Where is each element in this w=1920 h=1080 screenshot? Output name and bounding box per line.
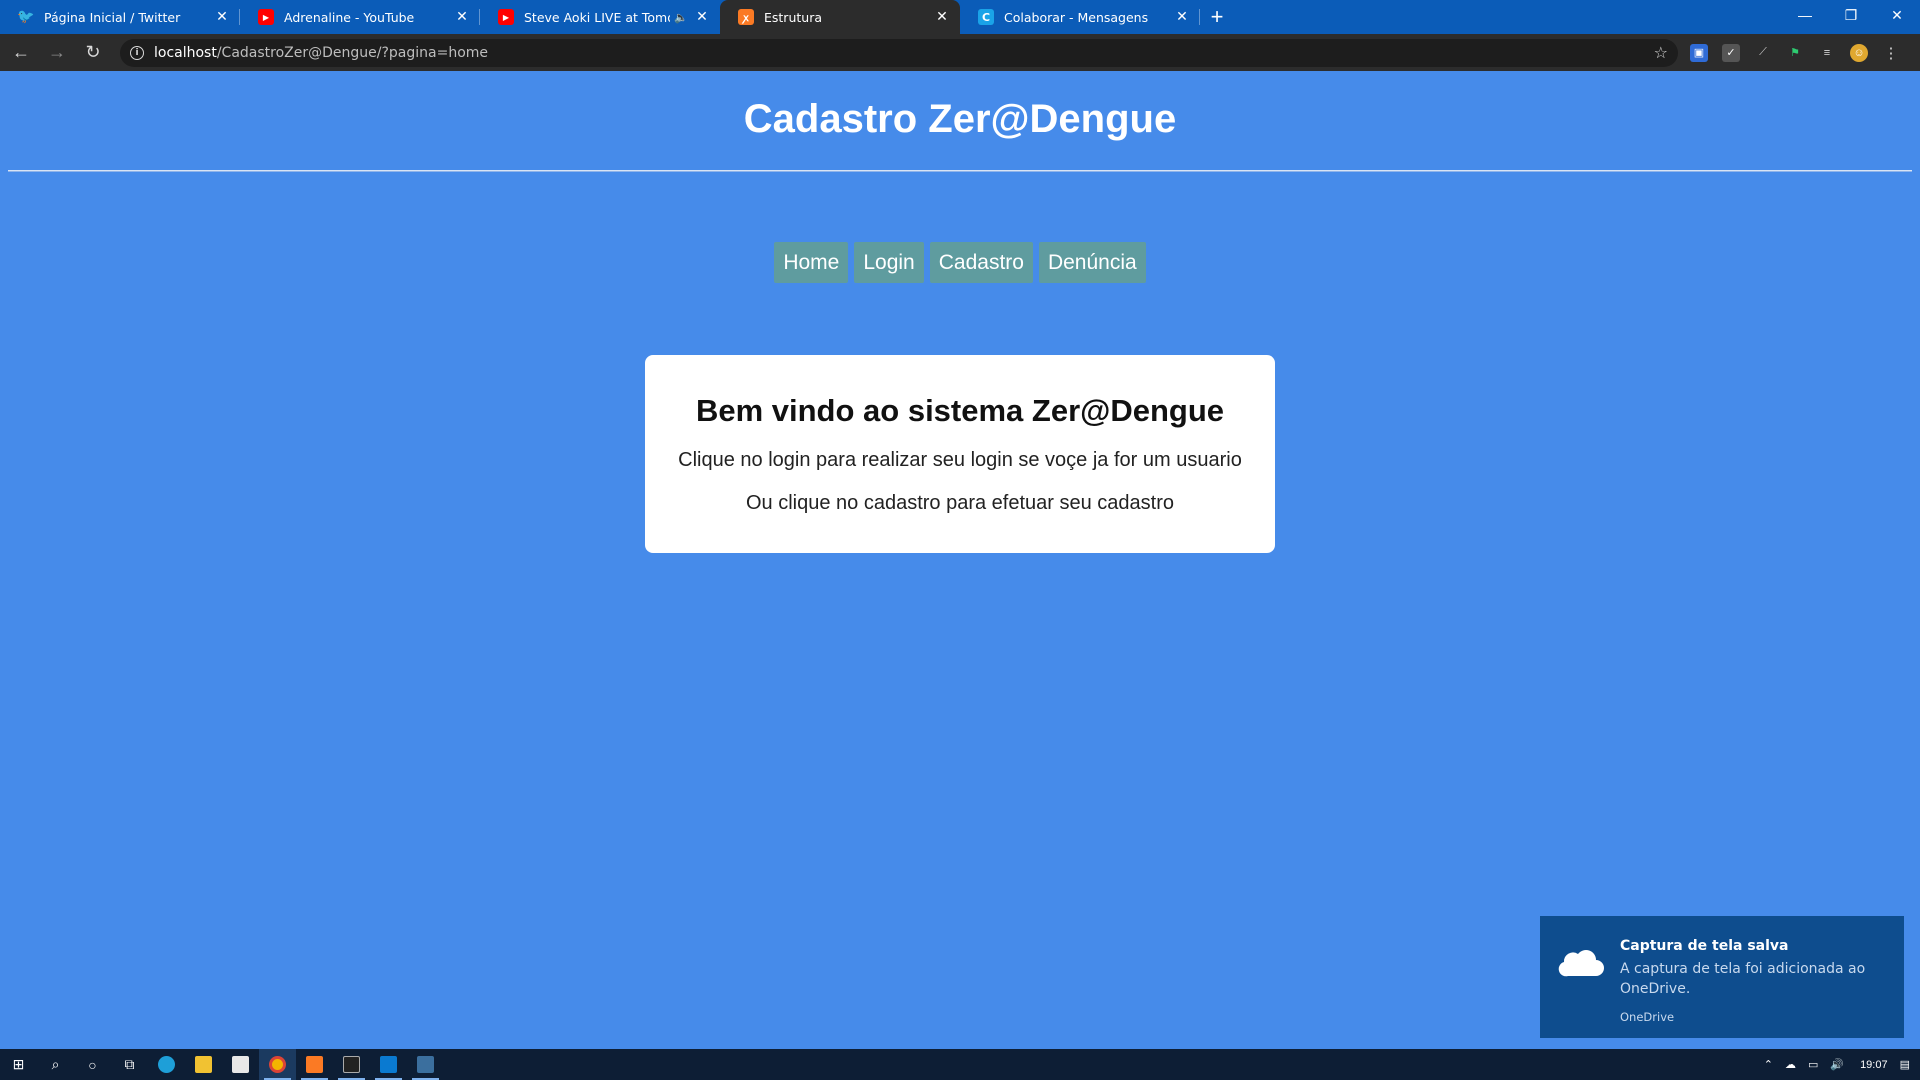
- terminal-icon[interactable]: [333, 1049, 370, 1080]
- windows-taskbar: ⊞ ⌕ ○ ⧉ ⌃ ☁ ▭ 🔊 19:07 ▤: [0, 1049, 1920, 1080]
- tab-youtube-steve-aoki[interactable]: ▶ Steve Aoki LIVE at Tomorrowland 🔈 ✕: [480, 0, 720, 34]
- menu-denuncia-button[interactable]: Denúncia: [1038, 242, 1146, 283]
- onedrive-notification[interactable]: Captura de tela salva A captura de tela …: [1540, 916, 1904, 1038]
- close-icon[interactable]: ✕: [694, 9, 710, 25]
- tab-title: Steve Aoki LIVE at Tomorrowland: [524, 9, 670, 25]
- system-tray: ⌃ ☁ ▭ 🔊 19:07 ▤: [1764, 1058, 1920, 1072]
- tab-twitter[interactable]: 🐦 Página Inicial / Twitter ✕: [0, 0, 240, 34]
- twitter-icon: 🐦: [17, 9, 35, 25]
- chrome-icon[interactable]: [259, 1049, 296, 1080]
- notification-title: Captura de tela salva: [1620, 938, 1789, 954]
- file-explorer-icon[interactable]: [185, 1049, 222, 1080]
- info-icon[interactable]: i: [130, 45, 144, 60]
- tab-youtube-adrenaline[interactable]: ▶ Adrenaline - YouTube ✕: [240, 0, 480, 34]
- extension-icons: ▣ ✓ ⟋ ⚑ ≡ ☺ ⋮: [1690, 43, 1900, 62]
- welcome-text-cadastro: Ou clique no cadastro para efetuar seu c…: [745, 492, 1175, 514]
- extension-shield-icon[interactable]: ✓: [1722, 43, 1740, 62]
- close-icon[interactable]: ✕: [1174, 9, 1190, 25]
- tab-estrutura[interactable]: ꭗ Estrutura ✕: [720, 0, 960, 34]
- search-icon[interactable]: ⌕: [37, 1049, 74, 1080]
- cortana-icon[interactable]: ○: [74, 1049, 111, 1080]
- close-icon[interactable]: ✕: [934, 9, 950, 25]
- action-center-icon[interactable]: ▤: [1900, 1058, 1910, 1071]
- chevron-up-icon[interactable]: ⌃: [1764, 1058, 1773, 1071]
- new-tab-button[interactable]: +: [1200, 0, 1234, 34]
- speaker-icon[interactable]: 🔈: [674, 11, 688, 24]
- extension-eyedropper-icon[interactable]: ⟋: [1754, 44, 1772, 62]
- url-path: /CadastroZer@Dengue/?pagina=home: [216, 44, 489, 61]
- tab-title: Colaborar - Mensagens: [1004, 9, 1149, 25]
- page-title: Cadastro Zer@Dengue: [743, 97, 1177, 141]
- page-content: Cadastro Zer@Dengue Home Login Cadastro …: [0, 71, 1920, 1049]
- tab-separator: [1199, 9, 1200, 25]
- xampp-taskbar-icon[interactable]: [296, 1049, 333, 1080]
- colaborar-icon: C: [978, 9, 994, 25]
- menu-home-button[interactable]: Home: [774, 242, 849, 283]
- tab-title: Adrenaline - YouTube: [284, 9, 415, 25]
- youtube-icon: ▶: [258, 9, 274, 25]
- onedrive-tray-icon[interactable]: ☁: [1785, 1058, 1796, 1071]
- app-icon[interactable]: [407, 1049, 444, 1080]
- reading-list-icon[interactable]: ≡: [1818, 44, 1836, 62]
- store-icon[interactable]: [222, 1049, 259, 1080]
- network-icon[interactable]: ▭: [1808, 1058, 1818, 1071]
- bookmark-star-icon[interactable]: ☆: [1654, 43, 1668, 62]
- volume-icon[interactable]: 🔊: [1830, 1058, 1844, 1071]
- xampp-icon: ꭗ: [738, 9, 754, 25]
- extension-blue-icon[interactable]: ▣: [1690, 43, 1708, 62]
- welcome-card: Bem vindo ao sistema Zer@Dengue Clique n…: [645, 355, 1275, 553]
- browser-toolbar: ← → ↻ i localhost /CadastroZer@Dengue/?p…: [0, 34, 1920, 71]
- extension-flag-icon[interactable]: ⚑: [1786, 44, 1804, 62]
- tab-title: Página Inicial / Twitter: [44, 9, 181, 25]
- tab-colaborar[interactable]: C Colaborar - Mensagens ✕: [960, 0, 1200, 34]
- minimize-icon[interactable]: —: [1782, 0, 1828, 30]
- header-divider: [8, 170, 1912, 172]
- back-arrow-icon[interactable]: ←: [6, 38, 36, 68]
- restore-icon[interactable]: ❐: [1828, 0, 1874, 30]
- window-controls: — ❐ ✕: [1782, 0, 1920, 30]
- welcome-text-login: Clique no login para realizar seu login …: [678, 449, 1242, 471]
- notification-app-name: OneDrive: [1620, 1010, 1675, 1024]
- address-bar[interactable]: i localhost /CadastroZer@Dengue/?pagina=…: [120, 38, 1678, 67]
- menu-login-button[interactable]: Login: [854, 242, 924, 283]
- menu-dots-icon[interactable]: ⋮: [1882, 44, 1900, 62]
- clock[interactable]: 19:07: [1860, 1059, 1888, 1071]
- edge-icon[interactable]: [148, 1049, 185, 1080]
- youtube-icon: ▶: [498, 9, 514, 25]
- close-icon[interactable]: ✕: [454, 9, 470, 25]
- vscode-icon[interactable]: [370, 1049, 407, 1080]
- main-menu: Home Login Cadastro Denúncia: [0, 242, 1920, 283]
- close-icon[interactable]: ✕: [214, 9, 230, 25]
- task-view-icon[interactable]: ⧉: [111, 1049, 148, 1080]
- url-host: localhost: [154, 44, 217, 61]
- profile-avatar-icon[interactable]: ☺: [1850, 43, 1868, 62]
- forward-arrow-icon[interactable]: →: [42, 38, 72, 68]
- browser-tab-strip: 🐦 Página Inicial / Twitter ✕ ▶ Adrenalin…: [0, 0, 1920, 34]
- windows-start-icon[interactable]: ⊞: [0, 1049, 37, 1080]
- notification-message: A captura de tela foi adicionada ao OneD…: [1620, 961, 1866, 997]
- welcome-heading: Bem vindo ao sistema Zer@Dengue: [695, 393, 1225, 428]
- menu-cadastro-button[interactable]: Cadastro: [929, 242, 1033, 283]
- close-window-icon[interactable]: ✕: [1874, 0, 1920, 30]
- onedrive-cloud-icon: [1558, 950, 1604, 977]
- tab-title: Estrutura: [764, 9, 822, 25]
- reload-icon[interactable]: ↻: [78, 38, 108, 68]
